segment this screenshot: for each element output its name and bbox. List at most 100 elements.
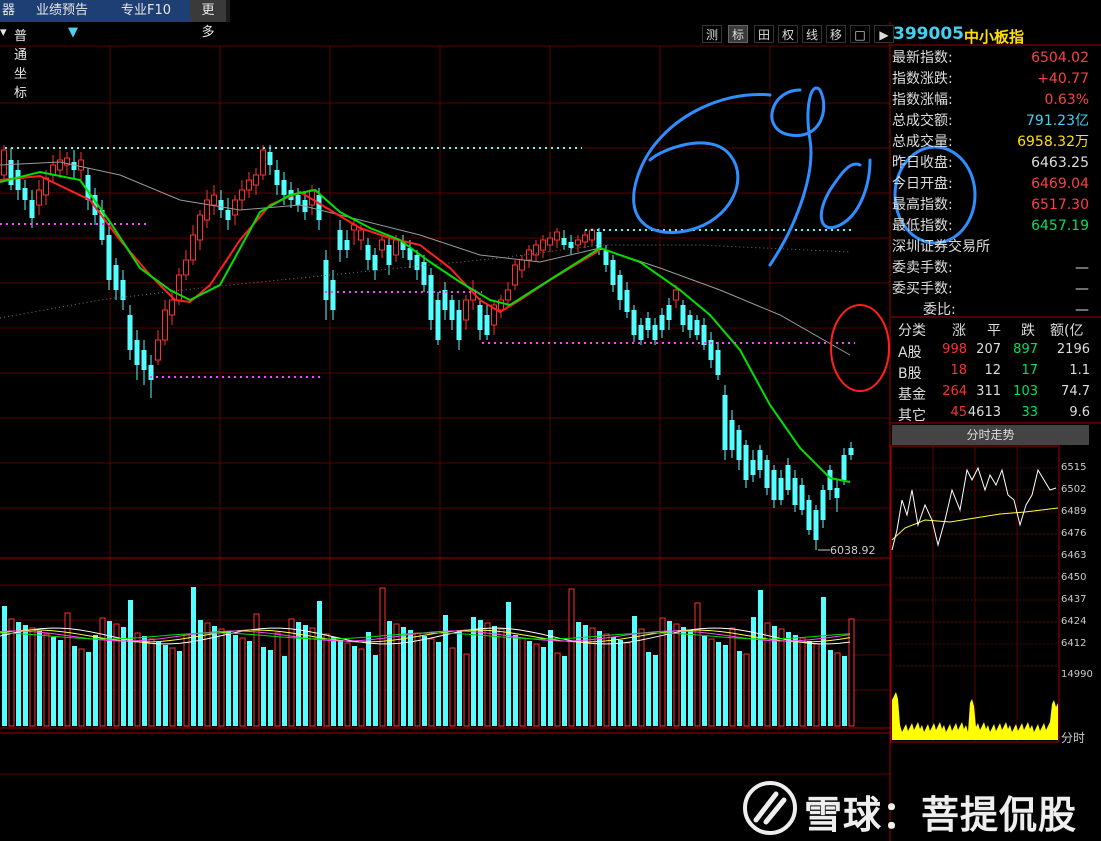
volume-bar [8, 618, 15, 727]
volume-bar [191, 587, 196, 726]
volume-bar [212, 626, 217, 726]
candle-body [393, 239, 399, 256]
breadth-cell-amount: 9.6 [1069, 405, 1090, 420]
candle-body [652, 325, 658, 340]
breadth-cell-down: 33 [1021, 405, 1038, 420]
quote-label: 指数涨幅: [892, 92, 953, 108]
candle-body [778, 478, 784, 500]
coordinate-mode-label[interactable]: 普通坐标 [14, 25, 27, 101]
candle-body [421, 262, 427, 285]
volume-bar [134, 632, 141, 727]
volume-bar [43, 633, 50, 727]
volume-bar [821, 597, 826, 726]
candle-body [204, 199, 210, 221]
handwritten-digit-7 [819, 158, 872, 229]
candle-body [169, 299, 175, 316]
exchange-label: 委比: [923, 302, 956, 318]
volume-bar [86, 652, 91, 726]
candle-body [540, 239, 546, 251]
volume-bar [716, 642, 721, 726]
candle-body [841, 455, 847, 480]
index-code: 399005 [893, 24, 964, 44]
intraday-price-label: 6476 [1061, 528, 1087, 539]
intraday-price-line [891, 466, 1057, 551]
volume-bar [478, 620, 483, 726]
volume-bar [226, 632, 231, 726]
measure-tool-button[interactable]: 测 [702, 25, 722, 43]
breadth-cell-down: 17 [1021, 363, 1038, 378]
candle-body [743, 445, 749, 480]
volume-bar [303, 625, 308, 726]
breadth-cell-flat: 4613 [967, 405, 1001, 420]
watermark-text: 雪球：菩提侃股 [804, 793, 1078, 837]
mark-tool-button[interactable]: 标 [728, 25, 748, 43]
candle-body [15, 170, 21, 190]
candle-body [253, 174, 259, 186]
candle-body [295, 195, 301, 205]
candle-body [113, 265, 119, 290]
volume-bar [261, 647, 266, 726]
candle-body [827, 470, 833, 490]
volume-bar [72, 646, 77, 726]
candle-body [211, 194, 217, 206]
volume-bar [723, 645, 728, 726]
candle-body [526, 249, 532, 261]
volume-bar [422, 636, 427, 726]
volume-bar [498, 628, 505, 727]
candle-body [680, 305, 686, 325]
handwritten-digit-6 [632, 92, 772, 234]
volume-bar [667, 621, 672, 726]
intraday-title: 分时走势 [892, 425, 1089, 445]
breadth-cell-up: 45 [950, 405, 967, 420]
volume-bar [309, 627, 316, 727]
toolbar-tab-earnings-forecast[interactable]: 业绩预告 [22, 0, 102, 22]
rights-tool-button[interactable]: 权 [778, 25, 798, 43]
volume-bar [373, 655, 378, 726]
exchange-row: 委比: — [891, 300, 1089, 321]
candle-body [134, 340, 140, 365]
candle-body [337, 230, 343, 250]
breadth-header: 涨 [952, 323, 966, 339]
breadth-cell-cat: 基金 [898, 387, 926, 403]
toolbar-tab-more[interactable]: 更多 [190, 0, 226, 40]
candle-body [386, 245, 392, 265]
coordinate-dropdown-arrow-icon[interactable]: ▼ [68, 25, 78, 40]
quote-row: 今日开盘: 6469.04 [891, 174, 1089, 195]
candle-body [638, 325, 644, 340]
coordinate-dropdown-left-arrow-icon[interactable]: ▾ [0, 25, 7, 40]
candle-body [29, 200, 35, 218]
breadth-cell-amount: 1.1 [1069, 363, 1090, 378]
move-tool-button[interactable]: 移 [826, 25, 846, 43]
volume-bar [659, 617, 666, 727]
volume-bar [653, 655, 658, 726]
volume-bar [449, 647, 456, 727]
breadth-header: 平 [987, 323, 1001, 339]
volume-bar [513, 635, 518, 726]
volume-bar [436, 642, 441, 726]
candle-body [372, 255, 378, 270]
intraday-price-label: 6424 [1061, 616, 1087, 627]
volume-bar [428, 638, 435, 727]
toolbar-tab-f10[interactable]: 专业F10 [102, 0, 190, 22]
window-tool-button[interactable]: □ [850, 25, 870, 43]
volume-bar [471, 617, 476, 726]
candle-body [190, 234, 196, 261]
quote-row: 指数涨幅: 0.63% [891, 90, 1089, 111]
breadth-cell-amount: 2196 [1056, 342, 1090, 357]
intraday-price-label: 6489 [1061, 506, 1087, 517]
toolbar-tab-tool[interactable]: 器 [0, 0, 22, 22]
candle-body [687, 315, 693, 330]
volume-bar [688, 630, 693, 726]
exchange-value: — [1075, 302, 1089, 318]
index-name: 中小板指 [964, 28, 1025, 46]
breadth-cell-up: 18 [950, 363, 967, 378]
volume-bar [37, 631, 42, 726]
volume-bar [156, 642, 161, 726]
candle-body [127, 315, 133, 350]
candle-body [218, 200, 224, 210]
play-tool-button[interactable]: ▶ [874, 25, 894, 43]
volume-bar [401, 627, 406, 726]
candle-body [162, 309, 168, 341]
line-tool-button[interactable]: 线 [802, 25, 822, 43]
layout-tool-button[interactable]: 田 [754, 25, 774, 43]
